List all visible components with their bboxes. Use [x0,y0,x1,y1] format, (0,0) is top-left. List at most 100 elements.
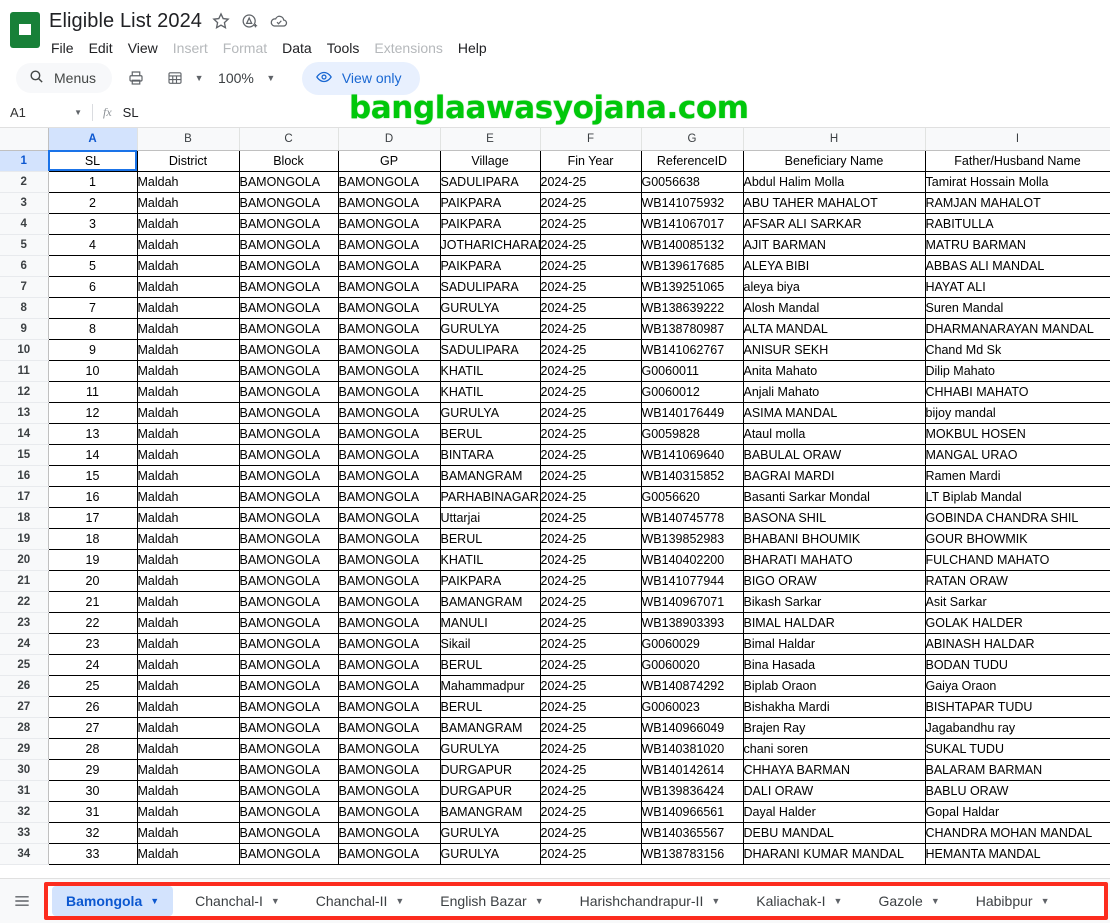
table-cell[interactable]: GURULYA [440,738,540,759]
table-cell[interactable]: BAMONGOLA [338,318,440,339]
table-cell[interactable]: BAMONGOLA [338,486,440,507]
table-cell[interactable]: WB140315852 [641,465,743,486]
table-cell[interactable]: MANGAL URAO [925,444,1110,465]
row-header[interactable]: 12 [0,381,48,402]
table-cell[interactable]: BERUL [440,423,540,444]
table-cell[interactable]: BAMONGOLA [239,759,338,780]
table-cell[interactable]: WB140874292 [641,675,743,696]
table-cell[interactable]: DURGAPUR [440,759,540,780]
table-cell[interactable]: WB139617685 [641,255,743,276]
table-cell[interactable]: GURULYA [440,318,540,339]
table-cell[interactable]: G0060012 [641,381,743,402]
table-cell[interactable]: BAMONGOLA [338,444,440,465]
table-cell[interactable]: BODAN TUDU [925,654,1110,675]
table-cell[interactable]: BAMONGOLA [338,801,440,822]
table-cell[interactable]: G0060029 [641,633,743,654]
table-cell[interactable]: MANULI [440,612,540,633]
table-cell[interactable]: BAMONGOLA [239,675,338,696]
table-cell[interactable]: KHATIL [440,549,540,570]
table-cell[interactable]: DHARANI KUMAR MANDAL [743,843,925,864]
row-header[interactable]: 31 [0,780,48,801]
table-cell[interactable]: 2024-25 [540,171,641,192]
table-cell[interactable]: Uttarjai [440,507,540,528]
table-cell[interactable]: Maldah [137,612,239,633]
sheet-tabs-container[interactable]: Bamongola▼Chanchal-I▼Chanchal-II▼English… [44,882,1108,920]
table-cell[interactable]: BAGRAI MARDI [743,465,925,486]
chevron-down-icon[interactable]: ▼ [1041,896,1050,906]
table-cell[interactable]: 22 [48,612,137,633]
table-cell[interactable]: Maldah [137,171,239,192]
table-cell[interactable]: WB138783156 [641,843,743,864]
table-cell[interactable]: ASIMA MANDAL [743,402,925,423]
sheet-tab-harishchandrapur-ii[interactable]: Harishchandrapur-II▼ [566,886,735,916]
table-cell[interactable]: SADULIPARA [440,171,540,192]
column-header-f[interactable]: F [540,128,641,150]
header-cell[interactable]: Block [239,150,338,171]
table-cell[interactable]: AFSAR ALI SARKAR [743,213,925,234]
table-cell[interactable]: Ramen Mardi [925,465,1110,486]
menu-item-format[interactable]: Format [223,40,267,56]
table-cell[interactable]: SADULIPARA [440,339,540,360]
table-cell[interactable]: Chand Md Sk [925,339,1110,360]
row-header[interactable]: 30 [0,759,48,780]
table-cell[interactable]: BAMONGOLA [338,843,440,864]
table-cell[interactable]: 23 [48,633,137,654]
table-cell[interactable]: BAMONGOLA [239,696,338,717]
table-cell[interactable]: RABITULLA [925,213,1110,234]
table-cell[interactable]: 2024-25 [540,780,641,801]
table-cell[interactable]: 2024-25 [540,423,641,444]
table-cell[interactable]: BAMONGOLA [239,801,338,822]
table-cell[interactable]: BAMONGOLA [338,738,440,759]
table-cell[interactable]: 7 [48,297,137,318]
row-header[interactable]: 33 [0,822,48,843]
menu-item-tools[interactable]: Tools [327,40,360,56]
column-header-b[interactable]: B [137,128,239,150]
table-cell[interactable]: 2024-25 [540,738,641,759]
table-cell[interactable]: WB140402200 [641,549,743,570]
table-cell[interactable]: BAMONGOLA [338,297,440,318]
table-cell[interactable]: 2024-25 [540,549,641,570]
table-cell[interactable]: BAMONGOLA [338,381,440,402]
table-cell[interactable]: BAMONGOLA [239,780,338,801]
table-cell[interactable]: BAMONGOLA [338,654,440,675]
table-cell[interactable]: WB141069640 [641,444,743,465]
table-cell[interactable]: CHANDRA MOHAN MANDAL [925,822,1110,843]
table-cell[interactable]: 1 [48,171,137,192]
table-cell[interactable]: BABLU ORAW [925,780,1110,801]
table-cell[interactable]: Maldah [137,759,239,780]
chevron-down-icon[interactable]: ▼ [150,896,159,906]
table-cell[interactable]: 2024-25 [540,633,641,654]
table-cell[interactable]: 2024-25 [540,360,641,381]
table-cell[interactable]: WB139852983 [641,528,743,549]
row-header[interactable]: 14 [0,423,48,444]
table-cell[interactable]: PAIKPARA [440,192,540,213]
header-cell[interactable]: Father/Husband Name [925,150,1110,171]
table-cell[interactable]: ANISUR SEKH [743,339,925,360]
table-cell[interactable]: 30 [48,780,137,801]
header-cell[interactable]: District [137,150,239,171]
table-cell[interactable]: WB140085132 [641,234,743,255]
table-cell[interactable]: GOLAK HALDER [925,612,1110,633]
table-cell[interactable]: BAMONGOLA [239,360,338,381]
table-cell[interactable]: BAMONGOLA [338,360,440,381]
table-cell[interactable]: BAMONGOLA [239,612,338,633]
header-cell[interactable]: Village [440,150,540,171]
table-cell[interactable]: DHARMANARAYAN MANDAL [925,318,1110,339]
table-cell[interactable]: CHHAYA BARMAN [743,759,925,780]
table-cell[interactable]: Maldah [137,444,239,465]
table-cell[interactable]: BAMONGOLA [338,528,440,549]
table-cell[interactable]: 32 [48,822,137,843]
row-header[interactable]: 15 [0,444,48,465]
table-cell[interactable]: chani soren [743,738,925,759]
table-cell[interactable]: 2024-25 [540,192,641,213]
table-cell[interactable]: BAMONGOLA [239,507,338,528]
table-cell[interactable]: BAMONGOLA [239,213,338,234]
table-cell[interactable]: PAIKPARA [440,255,540,276]
table-cell[interactable]: BAMONGOLA [338,276,440,297]
table-cell[interactable]: Maldah [137,843,239,864]
table-cell[interactable]: Maldah [137,297,239,318]
menu-item-data[interactable]: Data [282,40,312,56]
row-header[interactable]: 11 [0,360,48,381]
table-cell[interactable]: BIGO ORAW [743,570,925,591]
table-cell[interactable]: Maldah [137,780,239,801]
